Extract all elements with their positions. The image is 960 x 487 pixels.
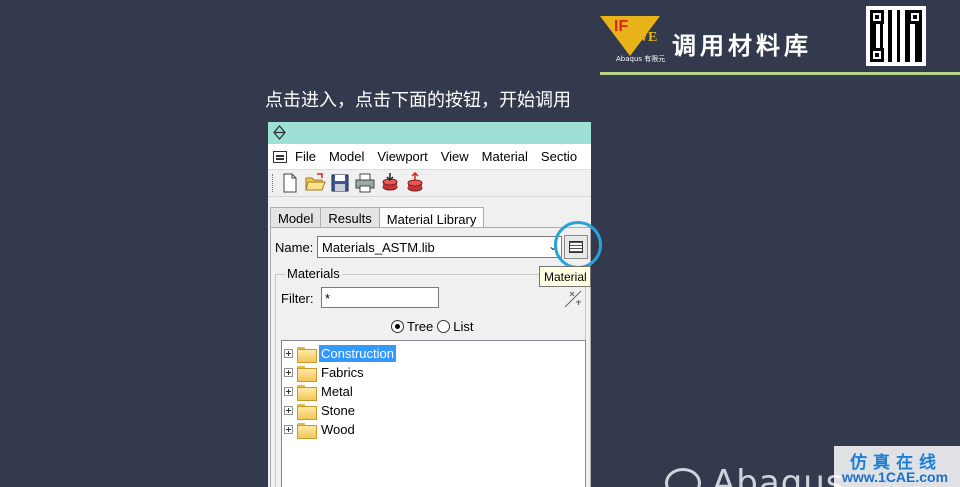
library-name-value: Materials_ASTM.lib [322, 240, 435, 255]
tree-item-metal[interactable]: Metal [284, 382, 355, 401]
tree-item-wood[interactable]: Wood [284, 420, 357, 439]
slide-caption: 点击进入，点击下面的按钮，开始调用 [265, 90, 571, 111]
menu-material[interactable]: Material [482, 149, 528, 164]
export-icon[interactable] [404, 172, 426, 194]
menu-bar: File Model Viewport View Material Sectio [268, 144, 591, 170]
qr-finder-top-right [908, 10, 922, 24]
logo-subtitle: Abaqus 有限元 [616, 55, 666, 63]
expand-icon[interactable] [284, 349, 293, 358]
folder-icon [297, 346, 317, 363]
logo-text-we: WE [634, 30, 658, 45]
site-url: www.1CAE.com [842, 469, 949, 485]
menu-file[interactable]: File [295, 149, 316, 164]
expand-icon[interactable] [284, 387, 293, 396]
tree-item-stone[interactable]: Stone [284, 401, 357, 420]
tree-item-label[interactable]: Wood [319, 421, 357, 438]
tree-item-construction[interactable]: Construction [284, 344, 396, 363]
slide-title: 调用材料库 [672, 32, 812, 60]
app-window: File Model Viewport View Material Sectio [268, 122, 591, 487]
menu-model[interactable]: Model [329, 149, 364, 164]
menu-viewport[interactable]: Viewport [377, 149, 427, 164]
radio-tree[interactable] [391, 320, 404, 333]
qr-finder-top-left [870, 10, 884, 24]
materials-group-label: Materials [285, 266, 342, 281]
toolbar [268, 170, 591, 197]
highlight-circle [554, 221, 602, 269]
folder-icon [297, 403, 317, 420]
import-icon[interactable] [379, 172, 401, 194]
radio-tree-label[interactable]: Tree [407, 319, 433, 334]
new-file-icon[interactable] [279, 172, 301, 194]
name-label: Name: [275, 240, 314, 255]
tree-item-label[interactable]: Stone [319, 402, 357, 419]
expand-icon[interactable] [284, 368, 293, 377]
site-watermark: 仿真在线 www.1CAE.com [834, 446, 960, 487]
qr-pattern [870, 10, 922, 62]
filter-label: Filter: [281, 291, 314, 306]
ifwe-logo: IF WE Abaqus 有限元 [600, 16, 668, 64]
tab-model[interactable]: Model [270, 207, 322, 229]
tab-results[interactable]: Results [320, 207, 380, 229]
menu-section[interactable]: Sectio [541, 149, 577, 164]
folder-icon [297, 422, 317, 439]
menu-view[interactable]: View [441, 149, 469, 164]
tree-item-label[interactable]: Fabrics [319, 364, 366, 381]
tree-item-label[interactable]: Construction [319, 345, 396, 362]
window-menu-icon[interactable] [273, 150, 287, 163]
toolbar-grip[interactable] [272, 174, 275, 192]
qr-finder-bottom-left [870, 48, 884, 62]
tree-item-fabrics[interactable]: Fabrics [284, 363, 366, 382]
tree-item-label[interactable]: Metal [319, 383, 355, 400]
filter-tool-icon[interactable] [562, 288, 584, 310]
folder-icon [297, 365, 317, 382]
wechat-icon [665, 468, 701, 487]
print-icon[interactable] [354, 172, 376, 194]
qr-code [866, 6, 926, 66]
expand-icon[interactable] [284, 406, 293, 415]
open-folder-icon[interactable] [304, 172, 326, 194]
material-tree: Construction Fabrics Metal Stone Wood [281, 340, 586, 487]
filter-input[interactable]: * [321, 287, 439, 308]
window-titlebar[interactable] [268, 122, 591, 144]
radio-list-label[interactable]: List [453, 319, 473, 334]
tab-strip: Model Results Material Library [270, 206, 485, 230]
save-icon[interactable] [329, 172, 351, 194]
title-underline [600, 72, 960, 75]
app-icon [273, 125, 286, 140]
expand-icon[interactable] [284, 425, 293, 434]
folder-icon [297, 384, 317, 401]
logo-text-if: IF [614, 18, 629, 35]
library-name-select[interactable]: Materials_ASTM.lib ⌄ [317, 236, 562, 258]
view-mode-toggle: Tree List [391, 319, 477, 334]
footer-brand: Abaqus [712, 463, 845, 487]
radio-list[interactable] [437, 320, 451, 333]
tooltip: Material [539, 266, 591, 287]
